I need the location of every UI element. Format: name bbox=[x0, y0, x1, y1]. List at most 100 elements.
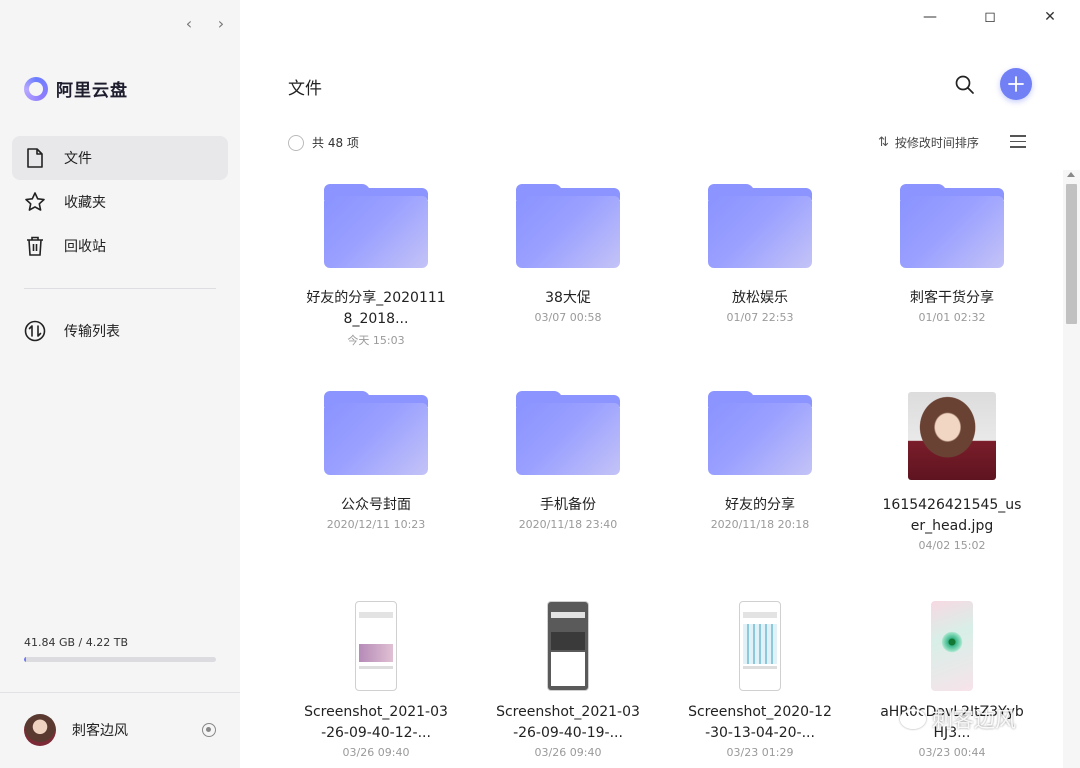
file-name: 1615426421545_user_head.jpg bbox=[882, 497, 1022, 534]
app-logo: 阿里云盘 bbox=[24, 76, 128, 101]
sidebar-item-label: 传输列表 bbox=[64, 324, 120, 340]
star-icon bbox=[24, 191, 46, 213]
logo-icon bbox=[24, 76, 48, 101]
folder-icon bbox=[280, 170, 472, 274]
folder-icon bbox=[472, 170, 664, 274]
select-all-checkbox[interactable] bbox=[288, 134, 304, 151]
scrollbar[interactable] bbox=[1063, 170, 1080, 768]
file-item[interactable]: Screenshot_2021-03-26-09-40-19-... 03/26 … bbox=[472, 584, 664, 768]
back-arrow-icon[interactable]: ‹ bbox=[180, 12, 198, 34]
watermark-text: 刺客边风 bbox=[932, 708, 1016, 732]
forward-arrow-icon[interactable]: › bbox=[212, 12, 230, 34]
main-panel: — ◻ ✕ 文件 共 48 项 ⇅ 按修改时间排序 好友的分享_20201118… bbox=[240, 0, 1080, 768]
file-item[interactable]: aHR0cDovL2ItZ3YybHJ3... 03/23 00:44 bbox=[856, 584, 1048, 768]
transfer-icon bbox=[24, 320, 46, 342]
watermark: 刺客边风 bbox=[900, 704, 1016, 734]
folder-icon bbox=[856, 170, 1048, 274]
folder-icon bbox=[280, 377, 472, 481]
file-name: 公众号封面 bbox=[341, 497, 411, 513]
file-name: 好友的分享_20201118_2018... bbox=[306, 290, 446, 327]
folder-icon bbox=[664, 377, 856, 481]
file-grid: 好友的分享_20201118_2018... 今天 15:03 38大促 03/07 … bbox=[280, 170, 1048, 768]
file-date: 03/26 09:40 bbox=[342, 746, 410, 759]
file-date: 03/26 09:40 bbox=[534, 746, 602, 759]
file-date: 2020/11/18 23:40 bbox=[518, 518, 618, 531]
scroll-up-arrow-icon[interactable] bbox=[1067, 172, 1075, 177]
settings-icon[interactable] bbox=[202, 723, 216, 737]
file-item[interactable]: 1615426421545_user_head.jpg 04/02 15:02 bbox=[856, 377, 1048, 584]
file-date: 03/23 00:44 bbox=[918, 746, 986, 759]
sidebar-item-label: 回收站 bbox=[64, 239, 106, 255]
file-thumbnail bbox=[280, 584, 472, 691]
item-count-row: 共 48 项 bbox=[288, 134, 359, 151]
close-icon[interactable]: ✕ bbox=[1020, 0, 1080, 34]
file-date: 01/07 22:53 bbox=[726, 311, 794, 324]
file-name: Screenshot_2021-03-26-09-40-19-... bbox=[496, 704, 640, 741]
folder-item[interactable]: 公众号封面 2020/12/11 10:23 bbox=[280, 377, 472, 584]
file-date: 2020/12/11 10:23 bbox=[326, 518, 426, 531]
storage-bar bbox=[24, 657, 216, 662]
file-date: 04/02 15:02 bbox=[918, 539, 986, 552]
sidebar-menu: 文件 收藏夹 回收站 bbox=[12, 136, 228, 268]
file-thumbnail bbox=[472, 584, 664, 691]
sort-button[interactable]: ⇅ 按修改时间排序 bbox=[878, 134, 979, 151]
file-date: 03/23 01:29 bbox=[726, 746, 794, 759]
app-window: ‹ › 阿里云盘 文件 收藏夹 回收站 传输列表 41.84 GB / 4.22… bbox=[0, 0, 1080, 768]
user-name: 刺客边风 bbox=[72, 723, 128, 739]
trash-icon bbox=[24, 235, 46, 257]
folder-icon bbox=[472, 377, 664, 481]
item-count: 共 48 项 bbox=[312, 136, 359, 150]
sidebar-item-favorites[interactable]: 收藏夹 bbox=[12, 180, 228, 224]
file-date: 03/07 00:58 bbox=[534, 311, 602, 324]
file-date: 2020/11/18 20:18 bbox=[710, 518, 810, 531]
folder-item[interactable]: 放松娱乐 01/07 22:53 bbox=[664, 170, 856, 377]
wechat-icon bbox=[900, 709, 926, 729]
file-name: 放松娱乐 bbox=[732, 290, 788, 306]
file-thumbnail bbox=[664, 584, 856, 691]
search-icon[interactable] bbox=[954, 74, 976, 96]
file-name: 好友的分享 bbox=[725, 497, 795, 513]
sort-label: 按修改时间排序 bbox=[894, 136, 979, 150]
scroll-thumb[interactable] bbox=[1066, 184, 1077, 324]
user-divider bbox=[0, 692, 240, 693]
folder-item[interactable]: 刺客干货分享 01/01 02:32 bbox=[856, 170, 1048, 377]
sidebar-item-label: 文件 bbox=[64, 151, 92, 167]
folder-icon bbox=[664, 170, 856, 274]
file-name: Screenshot_2020-12-30-13-04-20-... bbox=[688, 704, 832, 741]
file-name: 38大促 bbox=[545, 290, 591, 306]
folder-item[interactable]: 手机备份 2020/11/18 23:40 bbox=[472, 377, 664, 584]
folder-item[interactable]: 38大促 03/07 00:58 bbox=[472, 170, 664, 377]
folder-item[interactable]: 好友的分享 2020/11/18 20:18 bbox=[664, 377, 856, 584]
sidebar-item-label: 收藏夹 bbox=[64, 195, 106, 211]
nav-arrows: ‹ › bbox=[180, 12, 230, 34]
sort-icon: ⇅ bbox=[878, 135, 889, 150]
storage-text: 41.84 GB / 4.22 TB bbox=[24, 636, 129, 649]
list-view-icon[interactable] bbox=[1010, 135, 1026, 149]
storage-bar-fill bbox=[24, 657, 26, 662]
file-icon bbox=[24, 147, 46, 169]
minimize-icon[interactable]: — bbox=[900, 0, 960, 34]
sidebar-item-trash[interactable]: 回收站 bbox=[12, 224, 228, 268]
file-date: 01/01 02:32 bbox=[918, 311, 986, 324]
file-thumbnail bbox=[856, 584, 1048, 691]
file-item[interactable]: Screenshot_2020-12-30-13-04-20-... 03/23 … bbox=[664, 584, 856, 768]
sidebar-item-files[interactable]: 文件 bbox=[12, 136, 228, 180]
sidebar: ‹ › 阿里云盘 文件 收藏夹 回收站 传输列表 41.84 GB / 4.22… bbox=[0, 0, 240, 768]
storage-usage: 41.84 GB / 4.22 TB bbox=[24, 636, 216, 662]
file-name: Screenshot_2021-03-26-09-40-12-... bbox=[304, 704, 448, 741]
user-panel[interactable]: 刺客边风 bbox=[24, 714, 216, 746]
file-date: 今天 15:03 bbox=[347, 334, 405, 347]
file-name: 手机备份 bbox=[540, 497, 596, 513]
maximize-icon[interactable]: ◻ bbox=[960, 0, 1020, 34]
folder-item[interactable]: 好友的分享_20201118_2018... 今天 15:03 bbox=[280, 170, 472, 377]
file-name: 刺客干货分享 bbox=[910, 290, 994, 306]
add-button[interactable] bbox=[1000, 68, 1032, 100]
window-controls: — ◻ ✕ bbox=[900, 0, 1080, 34]
plus-icon bbox=[1008, 76, 1024, 92]
file-thumbnail bbox=[856, 377, 1048, 481]
avatar[interactable] bbox=[24, 714, 56, 746]
sidebar-divider bbox=[24, 288, 216, 289]
page-title: 文件 bbox=[288, 79, 322, 99]
sidebar-item-transfers[interactable]: 传输列表 bbox=[12, 309, 228, 353]
file-item[interactable]: Screenshot_2021-03-26-09-40-12-... 03/26 … bbox=[280, 584, 472, 768]
